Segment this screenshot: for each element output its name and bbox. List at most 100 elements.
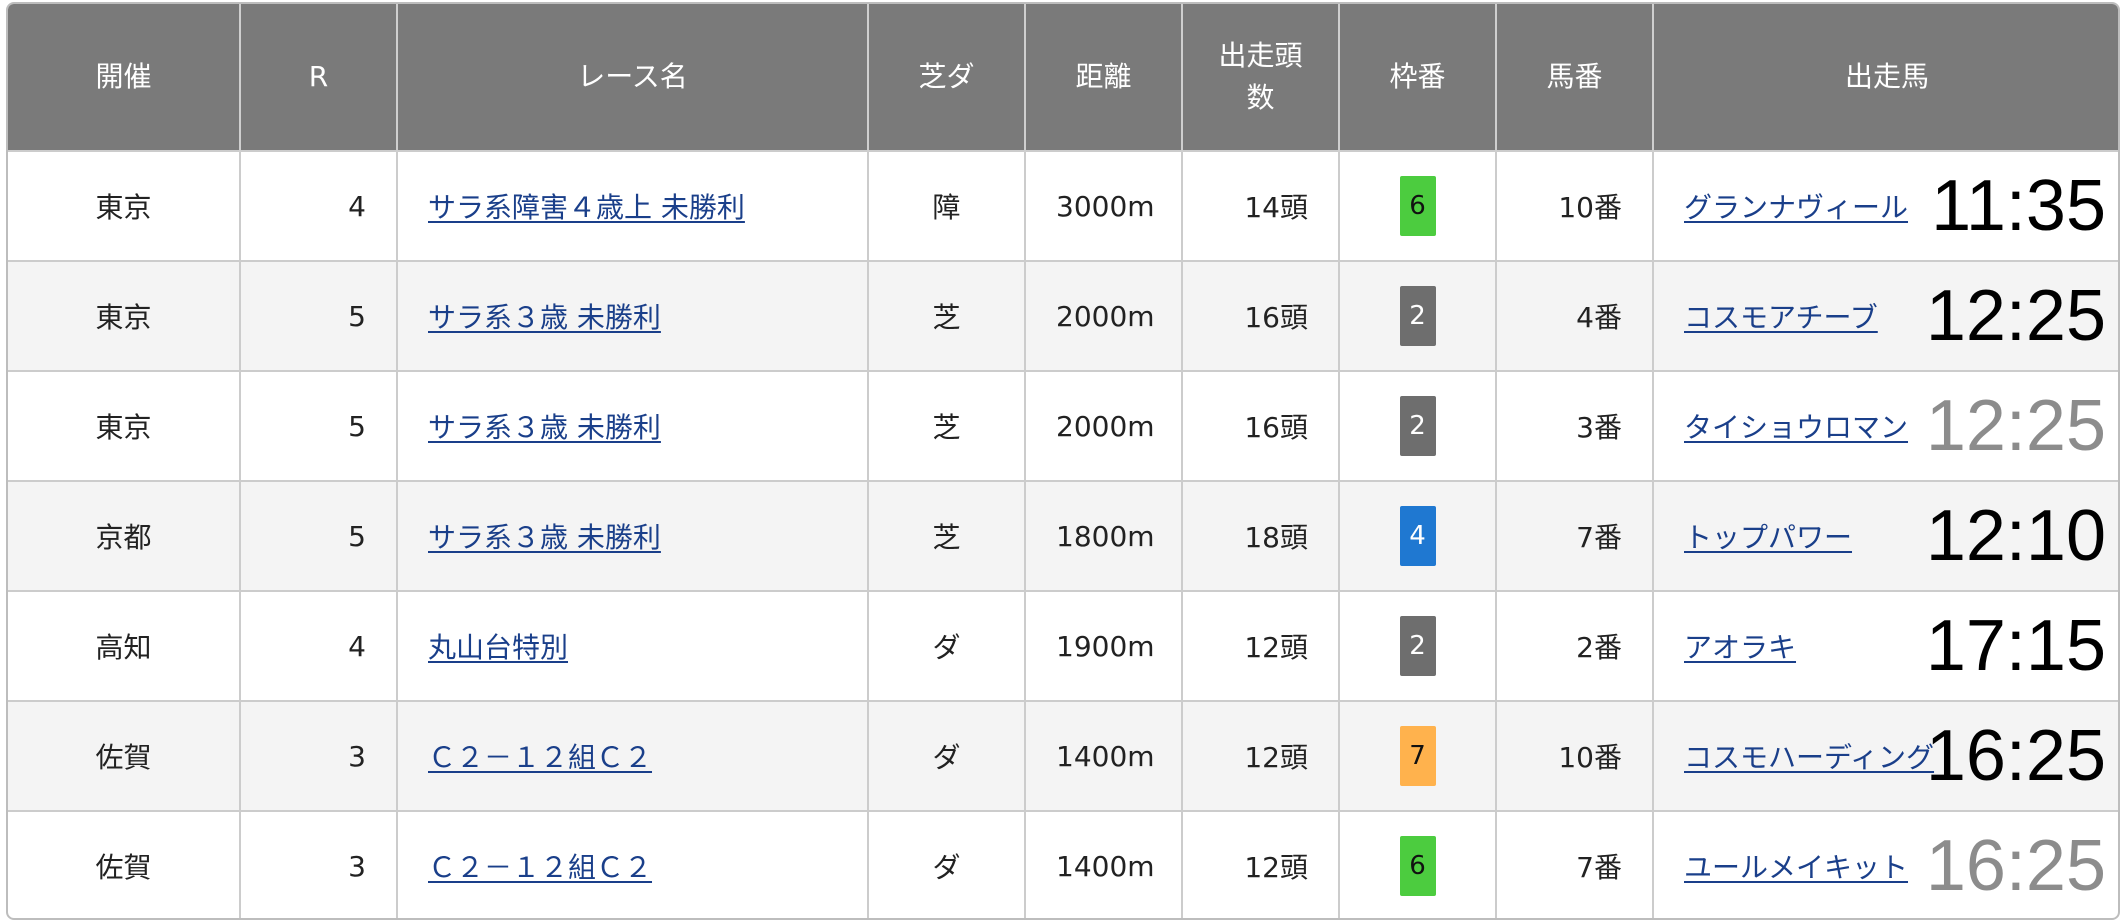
race-number-cell: 5 bbox=[240, 480, 398, 591]
header-runners: 出走頭数 bbox=[1182, 4, 1340, 151]
post-time: 17:15 bbox=[1925, 606, 2106, 686]
runners-count: 12頭 bbox=[1244, 741, 1308, 774]
horse-name-link[interactable]: ユールメイキット bbox=[1684, 851, 1908, 884]
distance-cell: 1400m bbox=[1025, 700, 1183, 811]
post-time: 16:25 bbox=[1925, 826, 2106, 906]
surface-cell: ダ bbox=[868, 810, 1026, 918]
horse-name-link[interactable]: コスモハーディング bbox=[1684, 741, 1934, 774]
horse-number-cell: 3番 bbox=[1496, 370, 1654, 481]
table-row: 佐賀 3 Ｃ２－１２組Ｃ２ ダ 1400m 12頭 7 10番 コスモハーディン… bbox=[8, 700, 2118, 811]
horse-number-cell: 10番 bbox=[1496, 700, 1654, 811]
race-number: 3 bbox=[348, 739, 366, 773]
surface: 芝 bbox=[932, 411, 961, 444]
table-row: 高知 4 丸山台特別 ダ 1900m 12頭 2 2番 アオラキ 17:15 bbox=[8, 590, 2118, 701]
race-name-link[interactable]: サラ系３歳 未勝利 bbox=[428, 521, 661, 554]
horse-name-link[interactable]: グランナヴィール bbox=[1684, 191, 1908, 224]
runners-count: 18頭 bbox=[1244, 521, 1308, 554]
venue-cell: 東京 bbox=[8, 260, 241, 371]
distance-cell: 2000m bbox=[1025, 370, 1183, 481]
horse-cell: ユールメイキット 16:25 bbox=[1653, 810, 2118, 918]
race-name-link[interactable]: Ｃ２－１２組Ｃ２ bbox=[428, 851, 652, 884]
distance: 1900m bbox=[1056, 629, 1155, 663]
horse-name-link[interactable]: アオラキ bbox=[1684, 631, 1796, 664]
venue-cell: 佐賀 bbox=[8, 810, 241, 918]
distance-cell: 3000m bbox=[1025, 150, 1183, 261]
runners-cell: 12頭 bbox=[1182, 810, 1340, 918]
frame-badge: 6 bbox=[1399, 836, 1436, 896]
frame-cell: 6 bbox=[1339, 810, 1497, 918]
distance-cell: 1400m bbox=[1025, 810, 1183, 918]
venue-cell: 佐賀 bbox=[8, 700, 241, 811]
surface: ダ bbox=[932, 851, 961, 884]
race-number: 5 bbox=[348, 299, 366, 333]
race-name-cell: サラ系３歳 未勝利 bbox=[397, 370, 869, 481]
frame-badge: 4 bbox=[1399, 506, 1436, 566]
race-name-link[interactable]: サラ系３歳 未勝利 bbox=[428, 411, 661, 444]
race-name-link[interactable]: サラ系３歳 未勝利 bbox=[428, 301, 661, 334]
horse-name-link[interactable]: コスモアチーブ bbox=[1684, 301, 1878, 334]
venue-cell: 京都 bbox=[8, 480, 241, 591]
horse-cell: コスモアチーブ 12:25 bbox=[1653, 260, 2118, 371]
horse-number: 3番 bbox=[1576, 411, 1622, 444]
header-surface: 芝ダ bbox=[868, 4, 1026, 151]
frame-badge: 7 bbox=[1399, 726, 1436, 786]
surface-cell: 障 bbox=[868, 150, 1026, 261]
frame-badge: 2 bbox=[1399, 396, 1436, 456]
horse-name-link[interactable]: タイショウロマン bbox=[1684, 411, 1908, 444]
horse-number-cell: 4番 bbox=[1496, 260, 1654, 371]
runners-cell: 12頭 bbox=[1182, 590, 1340, 701]
runners-cell: 14頭 bbox=[1182, 150, 1340, 261]
horse-number: 7番 bbox=[1576, 521, 1622, 554]
surface-cell: ダ bbox=[868, 590, 1026, 701]
race-number-cell: 4 bbox=[240, 590, 398, 701]
surface-cell: 芝 bbox=[868, 260, 1026, 371]
frame-badge: 6 bbox=[1399, 176, 1436, 236]
post-time: 11:35 bbox=[1931, 166, 2106, 246]
header-runners-line1: 出走頭 bbox=[1218, 39, 1303, 72]
horse-number-cell: 2番 bbox=[1496, 590, 1654, 701]
table-row: 東京 5 サラ系３歳 未勝利 芝 2000m 16頭 2 3番 タイショウロマン… bbox=[8, 370, 2118, 481]
race-number: 4 bbox=[348, 629, 366, 663]
frame-badge: 2 bbox=[1399, 616, 1436, 676]
surface-cell: ダ bbox=[868, 700, 1026, 811]
header-race-number: R bbox=[240, 4, 398, 151]
race-number-cell: 4 bbox=[240, 150, 398, 261]
race-number: 5 bbox=[348, 409, 366, 443]
horse-number: 7番 bbox=[1576, 851, 1622, 884]
horse-number-cell: 10番 bbox=[1496, 150, 1654, 261]
table-header-row: 開催 R レース名 芝ダ 距離 出走頭数 枠番 馬番 出走馬 bbox=[8, 4, 2118, 151]
distance: 2000m bbox=[1056, 409, 1155, 443]
header-distance: 距離 bbox=[1025, 4, 1183, 151]
distance: 1400m bbox=[1056, 739, 1155, 773]
race-number: 5 bbox=[348, 519, 366, 553]
surface-cell: 芝 bbox=[868, 370, 1026, 481]
horse-cell: タイショウロマン 12:25 bbox=[1653, 370, 2118, 481]
table-row: 東京 5 サラ系３歳 未勝利 芝 2000m 16頭 2 4番 コスモアチーブ … bbox=[8, 260, 2118, 371]
race-number-cell: 5 bbox=[240, 370, 398, 481]
surface: 芝 bbox=[932, 301, 961, 334]
horse-name-link[interactable]: トップパワー bbox=[1684, 521, 1852, 554]
table-row: 京都 5 サラ系３歳 未勝利 芝 1800m 18頭 4 7番 トップパワー 1… bbox=[8, 480, 2118, 591]
runners-count: 14頭 bbox=[1244, 191, 1308, 224]
frame-cell: 4 bbox=[1339, 480, 1497, 591]
race-name-cell: サラ系障害４歳上 未勝利 bbox=[397, 150, 869, 261]
race-name-cell: 丸山台特別 bbox=[397, 590, 869, 701]
race-name-link[interactable]: Ｃ２－１２組Ｃ２ bbox=[428, 741, 652, 774]
venue: 佐賀 bbox=[95, 851, 152, 884]
distance: 3000m bbox=[1056, 189, 1155, 223]
race-number-cell: 3 bbox=[240, 810, 398, 918]
post-time: 12:25 bbox=[1925, 276, 2106, 356]
header-horse: 出走馬 bbox=[1653, 4, 2118, 151]
horse-number-cell: 7番 bbox=[1496, 810, 1654, 918]
race-table-container: 開催 R レース名 芝ダ 距離 出走頭数 枠番 馬番 出走馬 東京 4 サラ系障… bbox=[6, 2, 2120, 920]
surface: ダ bbox=[932, 631, 961, 664]
race-name-cell: サラ系３歳 未勝利 bbox=[397, 260, 869, 371]
runners-count: 16頭 bbox=[1244, 301, 1308, 334]
race-name-link[interactable]: 丸山台特別 bbox=[428, 631, 568, 664]
frame-cell: 7 bbox=[1339, 700, 1497, 811]
horse-cell: トップパワー 12:10 bbox=[1653, 480, 2118, 591]
race-number-cell: 5 bbox=[240, 260, 398, 371]
post-time: 16:25 bbox=[1925, 716, 2106, 796]
race-name-link[interactable]: サラ系障害４歳上 未勝利 bbox=[428, 191, 745, 224]
runners-cell: 12頭 bbox=[1182, 700, 1340, 811]
